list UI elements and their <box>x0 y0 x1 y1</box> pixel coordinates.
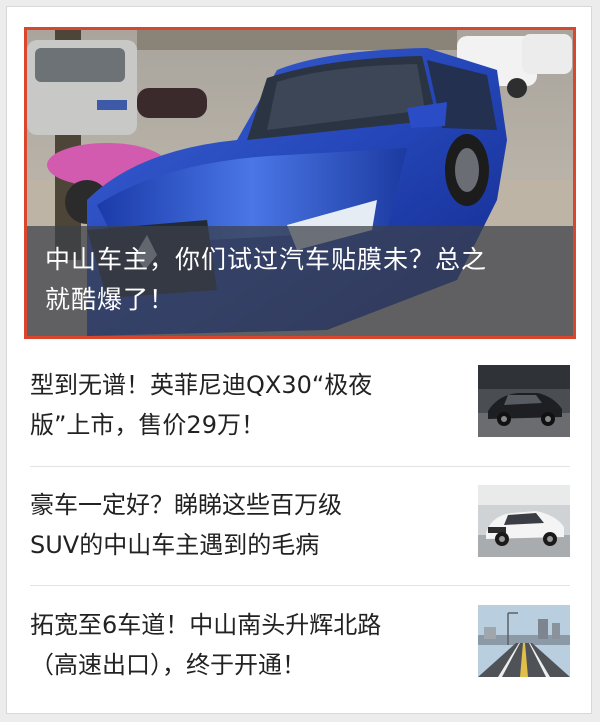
article-title-line1: 豪车一定好？睇睇这些百万级 <box>30 491 342 519</box>
article-title-line2: 版”上市，售价29万！ <box>30 411 265 439</box>
road-thumb-icon <box>478 605 570 677</box>
article-title: 豪车一定好？睇睇这些百万级 SUV的中山车主遇到的毛病 <box>30 485 450 565</box>
featured-article-title-line2: 就酷爆了！ <box>45 285 176 314</box>
list-item[interactable]: 豪车一定好？睇睇这些百万级 SUV的中山车主遇到的毛病 <box>30 485 570 597</box>
list-item[interactable]: 型到无谱！英菲尼迪QX30“极夜 版”上市，售价29万！ <box>30 365 570 477</box>
article-title-line1: 拓宽至6车道！中山南头升辉北路 <box>30 611 382 639</box>
featured-article-title-line1: 中山车主，你们试过汽车贴膜未？总之 <box>45 245 488 274</box>
article-thumbnail <box>478 605 570 677</box>
featured-article[interactable]: 中山车主，你们试过汽车贴膜未？总之 就酷爆了！ <box>24 27 576 339</box>
list-item[interactable]: 拓宽至6车道！中山南头升辉北路 （高速出口），终于开通！ <box>30 605 570 717</box>
article-thumbnail <box>478 365 570 437</box>
featured-article-caption: 中山车主，你们试过汽车贴膜未？总之 就酷爆了！ <box>27 226 573 336</box>
article-title: 拓宽至6车道！中山南头升辉北路 （高速出口），终于开通！ <box>30 605 450 685</box>
white-suv-thumb-icon <box>478 485 570 557</box>
article-title-line2: （高速出口），终于开通！ <box>30 651 306 679</box>
article-title: 型到无谱！英菲尼迪QX30“极夜 版”上市，售价29万！ <box>30 365 450 445</box>
dark-suv-thumb-icon <box>478 365 570 437</box>
divider <box>30 585 570 586</box>
article-title-line2: SUV的中山车主遇到的毛病 <box>30 531 320 559</box>
divider <box>30 466 570 467</box>
article-thumbnail <box>478 485 570 557</box>
article-title-line1: 型到无谱！英菲尼迪QX30“极夜 <box>30 371 373 399</box>
